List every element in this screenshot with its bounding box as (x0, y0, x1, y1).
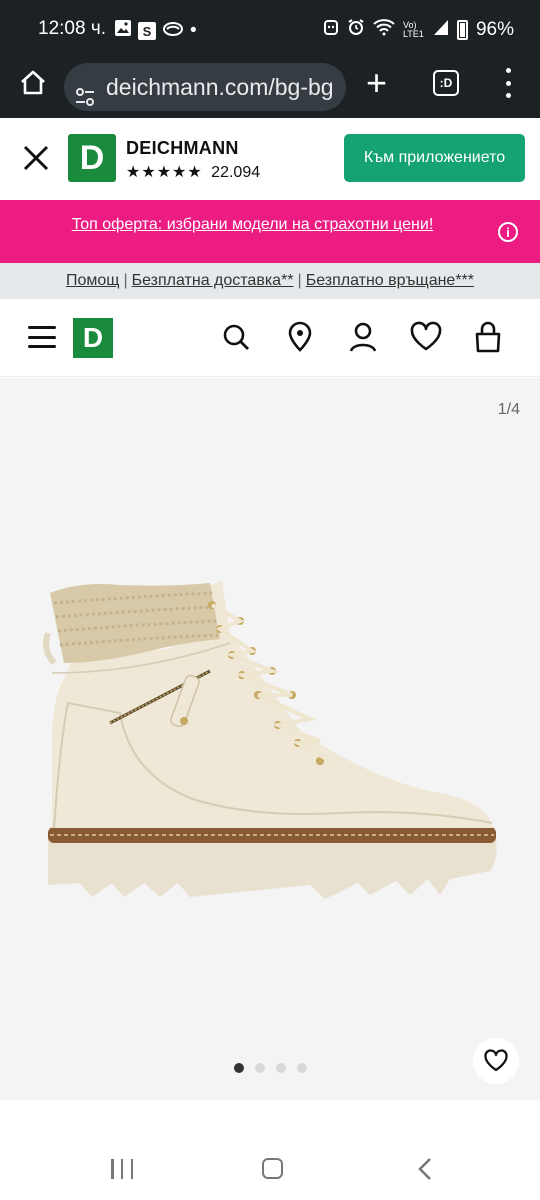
s-icon: S (138, 22, 156, 40)
status-bar: 12:08 ч. S • Vo) LTE1 96% (0, 0, 540, 58)
info-icon[interactable]: i (498, 222, 518, 242)
recents-icon[interactable] (111, 1159, 133, 1179)
app-name: DEICHMANN (126, 138, 239, 158)
image-counter: 1/4 (497, 401, 520, 418)
browser-toolbar: deichmann.com/bg-bg + :D (0, 58, 540, 118)
free-return-link[interactable]: Безплатно връщане*** (306, 272, 474, 290)
address-bar[interactable]: deichmann.com/bg-bg (64, 63, 346, 111)
site-settings-icon[interactable] (74, 76, 96, 106)
home-icon[interactable] (18, 68, 48, 98)
help-link[interactable]: Помощ (66, 272, 119, 290)
network-label: Vo) LTE1 (402, 20, 424, 39)
product-gallery[interactable]: 1/4 (0, 378, 540, 1100)
promo-link[interactable]: Топ оферта: избрани модели на страхотни … (0, 216, 505, 234)
search-icon[interactable] (221, 321, 251, 353)
status-time: 12:08 ч. (38, 18, 107, 39)
slide-indicators[interactable] (234, 1063, 307, 1073)
page-content-below (0, 1100, 540, 1137)
wishlist-icon[interactable] (409, 321, 443, 353)
close-icon[interactable] (22, 144, 50, 172)
store-locator-icon[interactable] (285, 321, 315, 353)
site-header: D (0, 299, 540, 377)
home-nav-icon[interactable] (262, 1158, 283, 1179)
slide-dot[interactable] (255, 1063, 265, 1073)
tab-switcher-button[interactable]: :D (433, 70, 459, 96)
free-delivery-link[interactable]: Безплатна доставка** (132, 272, 294, 290)
product-image[interactable] (40, 573, 502, 913)
wifi-icon (373, 18, 395, 42)
battery-icon (456, 20, 468, 40)
system-nav-bar (0, 1137, 540, 1200)
gallery-icon (114, 19, 132, 43)
service-links: Помощ | Безплатна доставка** | Безплатно… (0, 263, 540, 299)
new-tab-button[interactable]: + (366, 65, 387, 101)
site-logo[interactable]: D (73, 318, 113, 358)
menu-icon[interactable] (28, 326, 56, 348)
slide-dot[interactable] (297, 1063, 307, 1073)
cart-icon[interactable] (473, 321, 503, 353)
promo-bar: Топ оферта: избрани модели на страхотни … (0, 200, 540, 263)
add-to-wishlist-button[interactable] (473, 1038, 519, 1084)
rating-count: 22.094 (211, 164, 261, 181)
star-icons: ★★★★★ (126, 164, 203, 181)
status-dot: • (190, 20, 197, 41)
back-icon[interactable] (415, 1157, 435, 1181)
slide-dot[interactable] (276, 1063, 286, 1073)
browser-menu-icon[interactable] (503, 68, 513, 98)
alarm-icon (347, 18, 365, 42)
app-logo: D (68, 134, 116, 182)
slide-dot[interactable] (234, 1063, 244, 1073)
heart-icon (484, 1049, 508, 1072)
face-icon (323, 18, 339, 42)
open-app-button[interactable]: Към приложението (344, 134, 525, 182)
app-banner: D DEICHMANN ★★★★★ 22.094 Към приложениет… (0, 118, 540, 200)
cloud-icon (162, 20, 184, 42)
url-text: deichmann.com/bg-bg (106, 74, 334, 100)
account-icon[interactable] (348, 321, 378, 353)
battery-level: 96% (475, 19, 514, 40)
signal-icon (433, 18, 449, 42)
app-rating: ★★★★★ 22.094 (126, 162, 260, 182)
